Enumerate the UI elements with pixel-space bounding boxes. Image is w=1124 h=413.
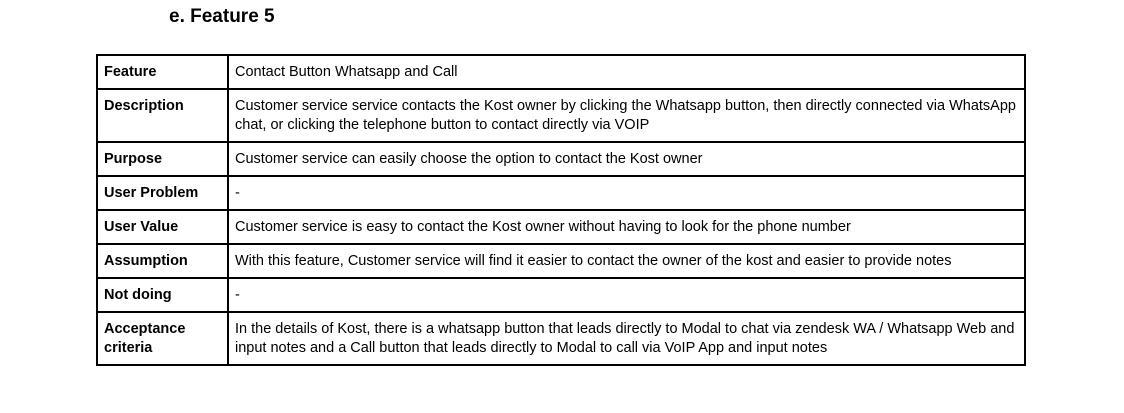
row-label: Not doing (96, 277, 229, 313)
table-row-not-doing: Not doing - (96, 277, 1026, 313)
row-value: Contact Button Whatsapp and Call (227, 54, 1026, 90)
table-row-purpose: Purpose Customer service can easily choo… (96, 141, 1026, 177)
row-label: User Problem (96, 175, 229, 211)
row-value: - (227, 277, 1026, 313)
table-row-description: Description Customer service service con… (96, 88, 1026, 143)
row-value: Customer service can easily choose the o… (227, 141, 1026, 177)
row-label: Description (96, 88, 229, 143)
table-row-user-problem: User Problem - (96, 175, 1026, 211)
section-heading: e. Feature 5 (169, 6, 275, 27)
row-value: In the details of Kost, there is a whats… (227, 311, 1026, 366)
feature-spec-table: Feature Contact Button Whatsapp and Call… (96, 54, 1026, 366)
row-value: - (227, 175, 1026, 211)
row-label: User Value (96, 209, 229, 245)
row-label: Assumption (96, 243, 229, 279)
row-value: With this feature, Customer service will… (227, 243, 1026, 279)
table-row-feature: Feature Contact Button Whatsapp and Call (96, 54, 1026, 90)
row-value: Customer service service contacts the Ko… (227, 88, 1026, 143)
table-row-assumption: Assumption With this feature, Customer s… (96, 243, 1026, 279)
table-row-user-value: User Value Customer service is easy to c… (96, 209, 1026, 245)
row-label: Purpose (96, 141, 229, 177)
row-label: Acceptance criteria (96, 311, 229, 366)
table-row-acceptance-criteria: Acceptance criteria In the details of Ko… (96, 311, 1026, 366)
row-label: Feature (96, 54, 229, 90)
row-value: Customer service is easy to contact the … (227, 209, 1026, 245)
